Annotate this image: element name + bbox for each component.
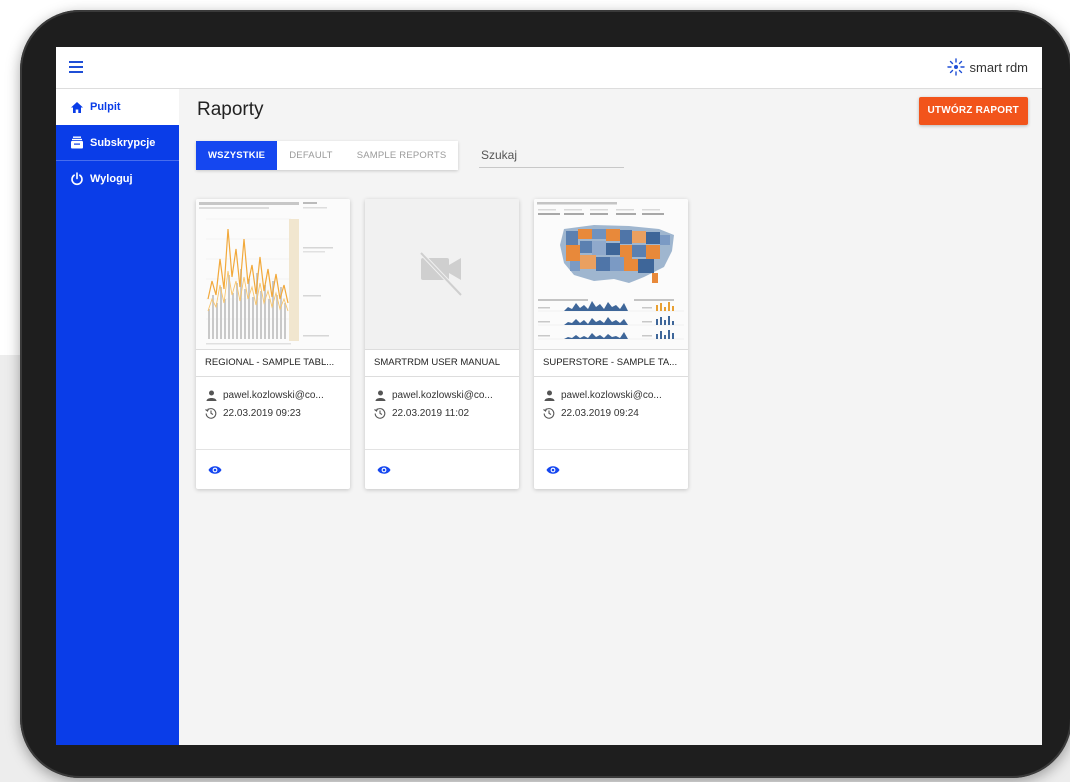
card-title: REGIONAL - SAMPLE TABL... (196, 349, 350, 377)
card-author: pawel.kozlowski@co... (543, 389, 683, 401)
history-icon (205, 407, 217, 419)
card-date: 22.03.2019 11:02 (374, 407, 514, 419)
app-screen: smart rdm Pulpit Subskrypcje Wyloguj Rap… (56, 47, 1042, 745)
person-icon (205, 389, 217, 401)
report-card[interactable]: REGIONAL - SAMPLE TABL... pawel.kozlowsk… (196, 199, 350, 489)
date-text: 22.03.2019 11:02 (392, 407, 470, 419)
card-actions (365, 449, 519, 489)
filter-tabs: WSZYSTKIE DEFAULT SAMPLE REPORTS (196, 141, 459, 170)
person-icon (374, 389, 386, 401)
search-input[interactable] (479, 143, 624, 168)
history-icon (543, 407, 555, 419)
page-title: Raporty (197, 99, 264, 120)
top-bar: smart rdm (56, 47, 1042, 89)
history-icon (374, 407, 386, 419)
author-text: pawel.kozlowski@co... (561, 389, 662, 401)
card-author: pawel.kozlowski@co... (374, 389, 514, 401)
us-map-dashboard-thumbnail (534, 199, 688, 349)
card-date: 22.03.2019 09:23 (205, 407, 345, 419)
home-icon (70, 100, 84, 114)
sidebar-item-pulpit[interactable]: Pulpit (56, 89, 179, 125)
logo-text: smart rdm (969, 59, 1029, 75)
report-card[interactable]: SUPERSTORE - SAMPLE TA... pawel.kozlowsk… (534, 199, 688, 489)
no-video-thumbnail (365, 199, 519, 349)
date-text: 22.03.2019 09:23 (223, 407, 301, 419)
sidebar-item-subskrypcje[interactable]: Subskrypcje (56, 125, 179, 161)
date-text: 22.03.2019 09:24 (561, 407, 639, 419)
author-text: pawel.kozlowski@co... (392, 389, 493, 401)
card-actions (534, 449, 688, 489)
subscriptions-icon (70, 136, 84, 150)
tab-default[interactable]: DEFAULT (277, 141, 344, 170)
sidebar: Pulpit Subskrypcje Wyloguj (56, 89, 179, 745)
create-report-button[interactable]: UTWÓRZ RAPORT (918, 97, 1028, 125)
logo-icon (946, 58, 965, 76)
report-card[interactable]: SMARTRDM USER MANUAL pawel.kozlowski@co.… (365, 199, 519, 489)
card-author: pawel.kozlowski@co... (205, 389, 345, 401)
sidebar-item-label: Wyloguj (90, 173, 133, 185)
view-eye-icon[interactable] (208, 464, 222, 476)
app-logo: smart rdm (946, 58, 1029, 76)
sidebar-item-label: Subskrypcje (90, 136, 156, 149)
person-icon (543, 389, 555, 401)
line-chart-thumbnail (196, 199, 350, 349)
card-date: 22.03.2019 09:24 (543, 407, 683, 419)
view-eye-icon[interactable] (546, 464, 560, 476)
tab-sample-reports[interactable]: SAMPLE REPORTS (345, 141, 459, 170)
menu-icon[interactable] (69, 61, 83, 73)
card-actions (196, 449, 350, 489)
sidebar-item-wyloguj[interactable]: Wyloguj (56, 161, 179, 197)
card-title: SUPERSTORE - SAMPLE TA... (534, 349, 688, 377)
author-text: pawel.kozlowski@co... (223, 389, 324, 401)
view-eye-icon[interactable] (377, 464, 391, 476)
tab-wszystkie[interactable]: WSZYSTKIE (196, 141, 278, 170)
card-title: SMARTRDM USER MANUAL (365, 349, 519, 377)
power-icon (70, 172, 84, 186)
sidebar-item-label: Pulpit (90, 101, 121, 113)
main-content: Raporty UTWÓRZ RAPORT WSZYSTKIE DEFAULT … (179, 89, 1042, 745)
